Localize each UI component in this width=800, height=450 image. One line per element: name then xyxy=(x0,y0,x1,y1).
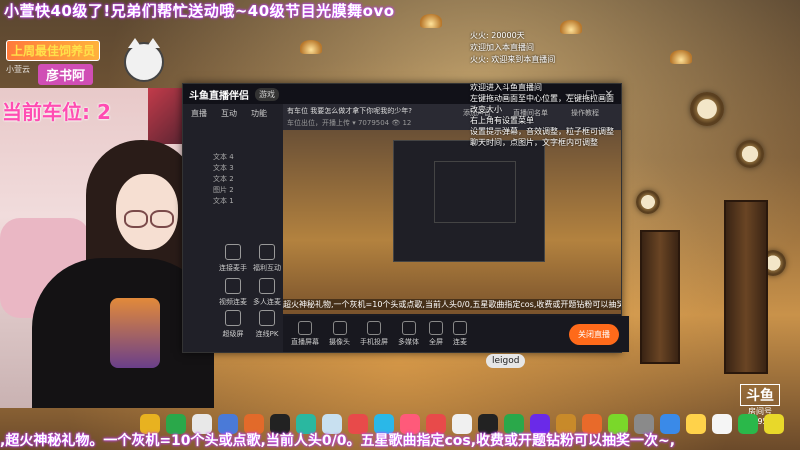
nested-preview xyxy=(393,140,545,262)
app-logo: 斗鱼直播伴侣 xyxy=(189,90,249,102)
wall-clock-decor xyxy=(690,92,724,126)
source-item[interactable]: 文本 3 xyxy=(213,163,234,174)
chat-line: 欢迎进入斗鱼直播间 xyxy=(470,83,542,92)
tile-label: 多人连麦 xyxy=(253,298,281,306)
users-icon xyxy=(259,278,275,294)
cabinet-decor xyxy=(640,230,680,364)
footer-phone[interactable]: 手机投屏 xyxy=(360,321,388,347)
chat-line: 欢迎加入本直播间 xyxy=(470,43,534,52)
douyu-logo: 斗鱼 xyxy=(740,384,780,406)
footer-label: 摄像头 xyxy=(329,338,350,346)
preview-ticker: 超火神秘礼物,一个灰机=10个头或点歌,当前人头0/0,五星歌曲指定cos,收费… xyxy=(283,299,621,310)
wall-clock-decor xyxy=(636,190,660,214)
badge-name: 彦书阿 xyxy=(38,64,94,85)
chat-line: 设置提示弹幕，音效调整，粒子框可调整 xyxy=(470,127,614,136)
fullscreen-icon xyxy=(429,321,443,335)
footer-label: 全屏 xyxy=(429,338,443,346)
video-icon xyxy=(225,278,241,294)
best-feeder-badge: 上周最佳饲养员 彦书阿 xyxy=(6,38,164,86)
footer-label: 直播屏幕 xyxy=(291,338,319,346)
chat-line: 右上角有设置菜单 xyxy=(470,116,534,125)
mic-icon xyxy=(225,244,241,260)
tile-label: 超级屏 xyxy=(222,330,244,338)
tab-interact[interactable]: 互动 xyxy=(221,108,237,119)
glasses-right xyxy=(150,210,174,228)
chat-top-list: 火火: 20000天 欢迎加入本直播间 火火: 欢迎来到本直播间 xyxy=(470,30,555,66)
phone-icon xyxy=(367,321,381,335)
chat-line: 左键拖动画面至中心位置，左键拖拉画面改变大小 xyxy=(470,94,614,114)
monitor-icon xyxy=(298,321,312,335)
tile-label: 视频连麦 xyxy=(219,298,247,306)
chat-panel: 欢迎进入斗鱼直播间 左键拖动画面至中心位置，左键拖拉画面改变大小 右上角有设置菜… xyxy=(470,82,620,148)
media-icon xyxy=(401,321,416,335)
mini-tag: 小萱云 xyxy=(6,65,30,74)
pk-icon xyxy=(259,310,275,326)
username-tag: leigod xyxy=(486,354,526,368)
lamp-decor xyxy=(560,20,582,34)
cabinet-decor xyxy=(724,200,768,374)
go-live-button[interactable]: 关闭直播 xyxy=(569,323,619,345)
screen-icon xyxy=(225,310,241,326)
lamp-decor xyxy=(300,40,322,54)
tile-welfare[interactable]: 福利互动 xyxy=(247,244,287,273)
link-icon xyxy=(453,321,467,335)
source-item[interactable]: 文本 1 xyxy=(213,196,234,207)
shield-icon xyxy=(259,244,275,260)
lamp-decor xyxy=(670,50,692,64)
chat-line: 聊天时间，点图片，文字框内可调整 xyxy=(470,138,598,147)
source-item[interactable]: 文本 4 xyxy=(213,152,234,163)
preview-scene xyxy=(283,130,621,314)
footer-label: 手机投屏 xyxy=(360,338,388,346)
source-item[interactable]: 图片 2 xyxy=(213,185,234,196)
preview-title: 有车位 我要怎么做才拿下你呢我的少年? xyxy=(287,107,412,115)
badge-title: 上周最佳饲养员 xyxy=(6,40,101,61)
category-pill[interactable]: 游戏 xyxy=(255,87,279,101)
tile-pk[interactable]: 连线PK xyxy=(247,310,287,339)
window-footer: 直播屏幕 摄像头 手机投屏 多媒体 全屏 连麦 关闭直播 xyxy=(283,316,629,352)
footer-label: 多媒体 xyxy=(398,338,419,346)
car-position-label: 当前车位: 2 xyxy=(2,100,111,124)
source-list: 文本 4 文本 3 文本 2 图片 2 文本 1 xyxy=(213,152,234,207)
footer-screen[interactable]: 直播屏幕 xyxy=(291,321,319,347)
footer-media[interactable]: 多媒体 xyxy=(398,321,419,347)
chat-line: 火火: 欢迎来到本直播间 xyxy=(470,55,556,64)
nested-preview-inner xyxy=(434,161,516,223)
footer-label: 连麦 xyxy=(453,338,467,346)
chat-line: 火火: 20000天 xyxy=(470,31,525,40)
shirt-print xyxy=(110,298,160,368)
camera-icon xyxy=(332,321,347,335)
top-banner: 小萱快40级了!兄弟们帮忙送动哦~40级节目光膜舞ovo xyxy=(4,2,395,20)
footer-camera[interactable]: 摄像头 xyxy=(329,321,350,347)
lamp-decor xyxy=(420,14,442,28)
footer-fullscreen[interactable]: 全屏 xyxy=(429,321,443,347)
footer-link[interactable]: 连麦 xyxy=(453,321,467,347)
tile-label: 连接麦手 xyxy=(219,264,247,272)
tab-features[interactable]: 功能 xyxy=(251,108,267,119)
tile-label: 连线PK xyxy=(255,330,279,338)
tile-multi-link[interactable]: 多人连麦 xyxy=(247,278,287,307)
source-item[interactable]: 文本 2 xyxy=(213,174,234,185)
glasses-left xyxy=(124,210,148,228)
tab-live[interactable]: 直播 xyxy=(191,108,207,119)
preview-stats: 车位出位，开播上传 ▾ 7079504 👁 12 xyxy=(287,119,412,127)
left-sidebar: 直播 互动 功能 文本 4 文本 3 文本 2 图片 2 文本 1 连接麦手 福… xyxy=(183,104,283,352)
cat-icon xyxy=(124,38,164,82)
tile-label: 福利互动 xyxy=(253,264,281,272)
wall-clock-decor xyxy=(736,140,764,168)
bottom-ticker: ,超火神秘礼物。一个灰机=10个头或点歌,当前人头0/0。五星歌曲指定cos,收… xyxy=(0,433,676,449)
